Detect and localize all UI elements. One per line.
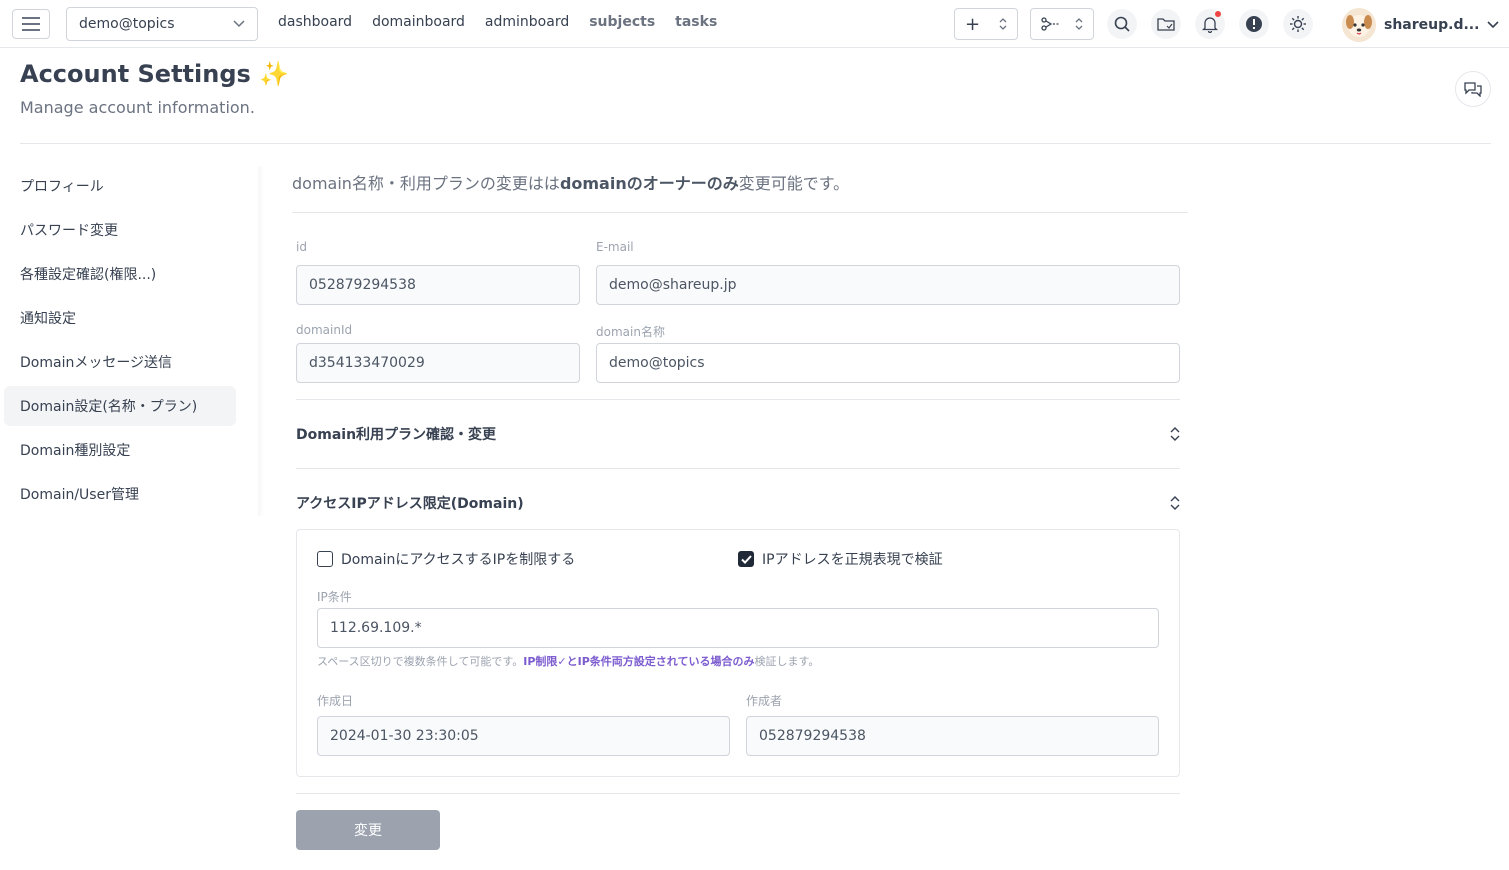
hint-highlight: IP制限✓とIP条件両方設定されている場合のみ <box>523 655 755 668</box>
restrict-ip-option[interactable]: DomainにアクセスするIPを制限する <box>317 549 575 569</box>
exclamation-circle-icon <box>1246 16 1262 32</box>
created-date-label: 作成日 <box>317 694 354 708</box>
chevron-down-icon <box>233 20 245 28</box>
domainname-value: demo@topics <box>609 355 705 371</box>
form-bottom-divider <box>296 793 1180 794</box>
id-value: 052879294538 <box>309 277 416 293</box>
theme-toggle-button[interactable] <box>1283 9 1313 39</box>
user-menu[interactable]: shareup.d... <box>1342 8 1500 42</box>
ip-accordion[interactable]: アクセスIPアドレス限定(Domain) <box>296 488 1180 518</box>
notice-divider <box>292 212 1188 213</box>
regex-ip-checkbox[interactable] <box>738 551 754 567</box>
restrict-ip-checkbox[interactable] <box>317 551 333 567</box>
page-subtitle: Manage account information. <box>20 98 255 117</box>
id-label: id <box>296 240 307 254</box>
ip-condition-value: 112.69.109.* <box>330 620 422 636</box>
creator-field[interactable]: 052879294538 <box>746 716 1159 756</box>
email-field[interactable]: demo@shareup.jp <box>596 265 1180 305</box>
sidebar-item-profile[interactable]: プロフィール <box>4 166 236 206</box>
sun-icon <box>1290 16 1306 32</box>
section-divider <box>296 468 1180 469</box>
sidebar-item-notifications[interactable]: 通知設定 <box>4 298 236 338</box>
sidebar-item-domain-settings[interactable]: Domain設定(名称・プラン) <box>4 386 236 426</box>
updown-chevron-icon <box>999 18 1007 30</box>
username: shareup.d... <box>1384 17 1480 33</box>
sidebar-shadow <box>258 166 264 516</box>
id-field[interactable]: 052879294538 <box>296 265 580 305</box>
nav-link-domainboard[interactable]: domainboard <box>372 14 465 30</box>
dog-avatar-icon <box>1346 15 1372 37</box>
email-value: demo@shareup.jp <box>609 277 737 293</box>
chevron-down-icon <box>1487 21 1500 29</box>
creator-value: 052879294538 <box>759 728 866 744</box>
hint-pre: スペース区切りで複数条件して可能です。 <box>317 655 524 668</box>
created-date-value: 2024-01-30 23:30:05 <box>330 728 479 744</box>
hint-post: 検証します。 <box>754 655 820 668</box>
creator-label: 作成者 <box>746 694 783 708</box>
sidebar-item-password[interactable]: パスワード変更 <box>4 210 236 250</box>
plan-accordion-title: Domain利用プラン確認・変更 <box>296 427 497 443</box>
notice-post: 変更可能です。 <box>738 174 850 193</box>
regex-ip-label: IPアドレスを正規表現で検証 <box>762 552 943 568</box>
bell-icon <box>1202 16 1218 33</box>
ip-accordion-title: アクセスIPアドレス限定(Domain) <box>296 496 524 512</box>
updown-chevron-icon <box>1075 18 1083 30</box>
notification-dot <box>1215 11 1221 17</box>
domainname-field[interactable]: demo@topics <box>596 343 1180 383</box>
search-icon <box>1114 16 1130 32</box>
page-title: Account Settings ✨ <box>20 60 290 88</box>
submit-change-button[interactable]: 変更 <box>296 810 440 850</box>
section-divider <box>296 399 1180 400</box>
notifications-button[interactable] <box>1195 9 1225 39</box>
add-select[interactable]: + <box>954 8 1018 40</box>
plan-accordion[interactable]: Domain利用プラン確認・変更 <box>296 419 1180 449</box>
sidebar-item-permissions[interactable]: 各種設定確認(権限...) <box>4 254 236 294</box>
hamburger-menu-button[interactable] <box>12 9 50 39</box>
email-label: E-mail <box>596 240 634 254</box>
ip-condition-label: IP条件 <box>317 590 352 604</box>
folder-button[interactable] <box>1151 9 1181 39</box>
plus-icon: + <box>965 13 981 35</box>
ip-condition-hint: スペース区切りで複数条件して可能です。IP制限✓とIP条件両方設定されている場合… <box>317 653 819 669</box>
folder-icon <box>1157 18 1175 31</box>
regex-ip-option[interactable]: IPアドレスを正規表現で検証 <box>738 549 943 569</box>
sidebar-item-domain-user-admin[interactable]: Domain/User管理 <box>4 474 236 514</box>
scissors-icon <box>1041 17 1059 31</box>
sidebar-item-domain-type[interactable]: Domain種別設定 <box>4 430 236 470</box>
updown-chevron-icon <box>1170 427 1180 441</box>
hamburger-icon <box>22 17 40 31</box>
domainid-value: d354133470029 <box>309 355 425 371</box>
nav-link-dashboard[interactable]: dashboard <box>278 14 352 30</box>
restrict-ip-label: DomainにアクセスするIPを制限する <box>341 552 576 568</box>
avatar <box>1342 8 1376 42</box>
chat-bubbles-icon <box>1464 82 1482 97</box>
domain-select-value: demo@topics <box>79 16 175 32</box>
domain-select[interactable]: demo@topics <box>66 7 258 41</box>
chat-button[interactable] <box>1455 71 1491 107</box>
search-button[interactable] <box>1107 9 1137 39</box>
domainid-field[interactable]: d354133470029 <box>296 343 580 383</box>
alert-button[interactable] <box>1239 9 1269 39</box>
settings-sidebar: プロフィール パスワード変更 各種設定確認(権限...) 通知設定 Domain… <box>4 166 260 518</box>
sidebar-item-domain-message[interactable]: Domainメッセージ送信 <box>4 342 236 382</box>
checkmark-icon <box>740 554 752 564</box>
notice-pre: domain名称・利用プランの変更はは <box>292 174 560 193</box>
top-navbar: demo@topics dashboard domainboard adminb… <box>0 0 1509 48</box>
header-divider <box>20 143 1491 144</box>
owner-notice: domain名称・利用プランの変更ははdomainのオーナーのみ変更可能です。 <box>292 170 849 194</box>
cut-select[interactable] <box>1030 8 1094 40</box>
nav-links: dashboard domainboard adminboard subject… <box>278 14 717 30</box>
domainid-label: domainId <box>296 323 353 337</box>
domainname-label: domain名称 <box>596 325 665 339</box>
updown-chevron-icon <box>1170 496 1180 510</box>
notice-bold: domainのオーナーのみ <box>559 174 739 193</box>
created-date-field[interactable]: 2024-01-30 23:30:05 <box>317 716 730 756</box>
ip-condition-input[interactable]: 112.69.109.* <box>317 608 1159 648</box>
nav-link-tasks[interactable]: tasks <box>675 14 717 30</box>
nav-link-subjects[interactable]: subjects <box>589 14 655 30</box>
nav-link-adminboard[interactable]: adminboard <box>485 14 569 30</box>
